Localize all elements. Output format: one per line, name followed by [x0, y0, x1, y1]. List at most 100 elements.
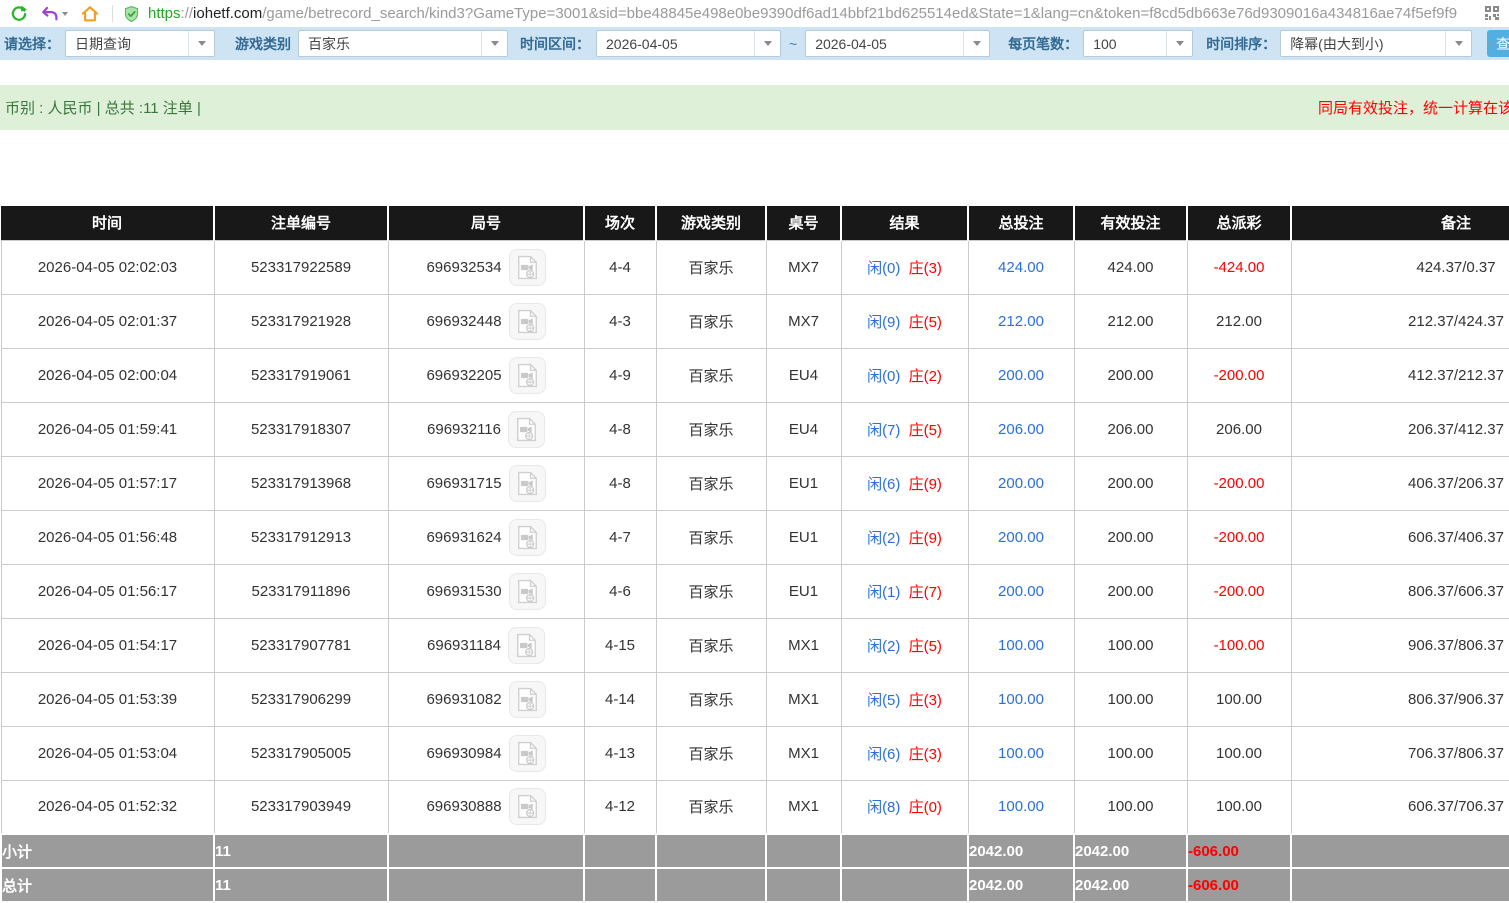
cell-time: 2026-04-05 02:00:04 — [1, 348, 214, 402]
total-bet-link[interactable]: 212.00 — [998, 313, 1044, 330]
refresh-icon[interactable] — [10, 5, 28, 23]
cell-round: 696931715 — [388, 456, 584, 510]
video-replay-button[interactable] — [509, 681, 546, 718]
result-banker: 庄(0) — [909, 799, 942, 816]
notice-text: 同局有效投注，统一计算在该局 — [1318, 97, 1509, 118]
round-number: 696932534 — [426, 259, 501, 276]
video-replay-button[interactable] — [509, 735, 546, 772]
result-banker: 庄(5) — [909, 422, 942, 439]
cell-remark: 606.37/706.37 — [1291, 780, 1509, 834]
column-header-0: 时间 — [1, 206, 214, 240]
table-row: 2026-04-05 02:01:37 523317921928 6969324… — [1, 294, 1509, 348]
currency-total-text: 币别 : 人民币 | 总共 :11 注单 | — [0, 97, 201, 118]
cell-session: 4-8 — [584, 402, 656, 456]
video-replay-button[interactable] — [509, 357, 546, 394]
sort-select[interactable]: 降幂(由大到小) — [1280, 30, 1472, 57]
result-player: 闲(2) — [867, 638, 900, 655]
cell-bet-id: 523317918307 — [214, 402, 388, 456]
result-banker: 庄(5) — [909, 314, 942, 331]
total-bet-link[interactable]: 200.00 — [998, 529, 1044, 546]
cell-payout: 100.00 — [1187, 672, 1291, 726]
cell-game: 百家乐 — [656, 348, 766, 402]
table-row: 2026-04-05 02:02:03 523317922589 6969325… — [1, 240, 1509, 294]
video-replay-button[interactable] — [509, 249, 546, 286]
video-icon — [517, 687, 538, 712]
cell-session: 4-8 — [584, 456, 656, 510]
total-bet-link[interactable]: 100.00 — [998, 745, 1044, 762]
total-bet-link[interactable]: 200.00 — [998, 583, 1044, 600]
result-player: 闲(1) — [867, 584, 900, 601]
round-number: 696931715 — [426, 475, 501, 492]
url-host: iohetf.com — [193, 5, 262, 22]
cell-round: 696930888 — [388, 780, 584, 834]
cell-result: 闲(6) 庄(9) — [841, 456, 968, 510]
total-bet-link[interactable]: 424.00 — [998, 259, 1044, 276]
chevron-down-icon — [481, 31, 507, 56]
undo-icon[interactable] — [41, 6, 68, 22]
cell-result: 闲(2) 庄(5) — [841, 618, 968, 672]
cell-session: 4-12 — [584, 780, 656, 834]
round-number: 696930984 — [426, 745, 501, 762]
chevron-down-icon — [188, 31, 214, 56]
video-replay-button[interactable] — [509, 788, 546, 825]
summary-bar: 币别 : 人民币 | 总共 :11 注单 | 同局有效投注，统一计算在该局 — [0, 85, 1509, 130]
cell-result: 闲(5) 庄(3) — [841, 672, 968, 726]
cell-bet-id: 523317907781 — [214, 618, 388, 672]
game-type-select[interactable]: 百家乐 — [298, 30, 508, 57]
page-size-select[interactable]: 100 — [1083, 30, 1193, 57]
shield-icon[interactable] — [123, 5, 140, 23]
total-bet-link[interactable]: 206.00 — [998, 421, 1044, 438]
result-player: 闲(0) — [867, 260, 900, 277]
total-bet-link[interactable]: 100.00 — [998, 691, 1044, 708]
sort-label: 时间排序： — [1206, 34, 1276, 54]
video-replay-button[interactable] — [509, 303, 546, 340]
subtotal-row: 小计 11 2042.00 2042.00 -606.00 — [1, 834, 1509, 868]
video-replay-button[interactable] — [508, 627, 545, 664]
cell-valid-bet: 100.00 — [1074, 672, 1187, 726]
video-replay-button[interactable] — [508, 411, 545, 448]
search-button[interactable]: 查询 — [1487, 30, 1509, 57]
video-icon — [517, 255, 538, 280]
url-bar[interactable]: https://iohetf.com/game/betrecord_search… — [148, 5, 1468, 22]
qr-code-icon[interactable] — [1484, 5, 1500, 21]
cell-time: 2026-04-05 02:02:03 — [1, 240, 214, 294]
select-label: 请选择： — [4, 34, 60, 54]
total-bet-link[interactable]: 100.00 — [998, 798, 1044, 815]
grand-total-total-bet: 2042.00 — [968, 868, 1074, 902]
round-number: 696931530 — [426, 583, 501, 600]
home-icon[interactable] — [81, 5, 99, 23]
result-player: 闲(8) — [867, 799, 900, 816]
result-banker: 庄(9) — [909, 476, 942, 493]
cell-session: 4-7 — [584, 510, 656, 564]
table-row: 2026-04-05 01:52:32 523317903949 6969308… — [1, 780, 1509, 834]
cell-round: 696932534 — [388, 240, 584, 294]
total-bet-link[interactable]: 100.00 — [998, 637, 1044, 654]
total-bet-link[interactable]: 200.00 — [998, 367, 1044, 384]
date-from-select[interactable]: 2026-04-05 — [596, 30, 781, 57]
cell-time: 2026-04-05 01:52:32 — [1, 780, 214, 834]
undo-dropdown-caret-icon[interactable] — [62, 12, 68, 16]
cell-round: 696931082 — [388, 672, 584, 726]
cell-time: 2026-04-05 01:59:41 — [1, 402, 214, 456]
table-row: 2026-04-05 01:54:17 523317907781 6969311… — [1, 618, 1509, 672]
cell-game: 百家乐 — [656, 726, 766, 780]
column-header-9: 总派彩 — [1187, 206, 1291, 240]
date-range-tilde: ~ — [789, 36, 797, 52]
cell-bet-id: 523317906299 — [214, 672, 388, 726]
cell-time: 2026-04-05 01:57:17 — [1, 456, 214, 510]
cell-result: 闲(6) 庄(3) — [841, 726, 968, 780]
cell-session: 4-13 — [584, 726, 656, 780]
toolbar-divider — [112, 5, 113, 22]
video-replay-button[interactable] — [509, 465, 546, 502]
cell-table: EU4 — [766, 402, 841, 456]
cell-game: 百家乐 — [656, 510, 766, 564]
date-to-select[interactable]: 2026-04-05 — [805, 30, 990, 57]
cell-time: 2026-04-05 02:01:37 — [1, 294, 214, 348]
cell-remark: 424.37/0.37 — [1291, 240, 1509, 294]
column-header-1: 注单编号 — [214, 206, 388, 240]
total-bet-link[interactable]: 200.00 — [998, 475, 1044, 492]
query-type-select[interactable]: 日期查询 — [65, 30, 215, 57]
video-replay-button[interactable] — [509, 573, 546, 610]
result-player: 闲(9) — [867, 314, 900, 331]
video-replay-button[interactable] — [509, 519, 546, 556]
